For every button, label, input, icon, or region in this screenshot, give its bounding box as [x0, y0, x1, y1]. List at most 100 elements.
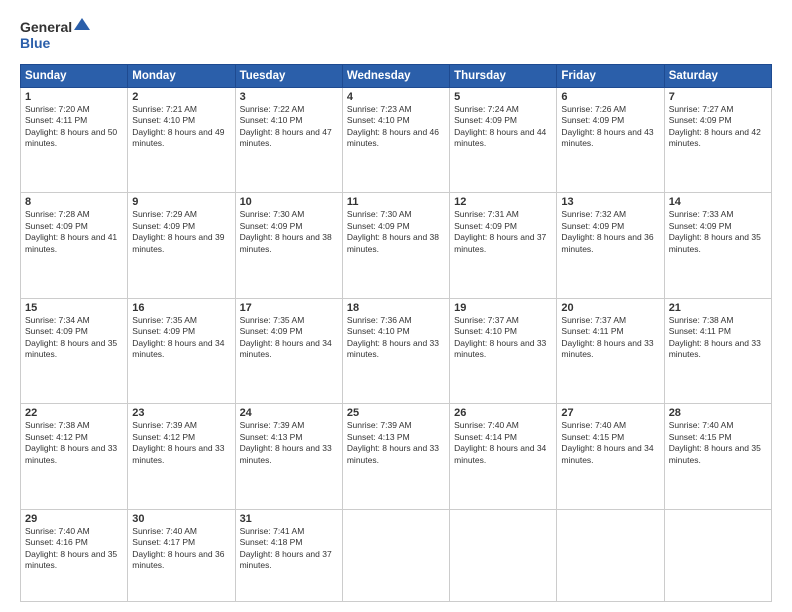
calendar-cell	[342, 509, 449, 601]
cell-content: Sunrise: 7:41 AMSunset: 4:18 PMDaylight:…	[240, 526, 338, 572]
cell-content: Sunrise: 7:40 AMSunset: 4:16 PMDaylight:…	[25, 526, 123, 572]
calendar-cell	[664, 509, 771, 601]
week-row-2: 8 Sunrise: 7:28 AMSunset: 4:09 PMDayligh…	[21, 193, 772, 298]
day-number: 1	[25, 91, 123, 103]
calendar-table: SundayMondayTuesdayWednesdayThursdayFrid…	[20, 64, 772, 602]
day-number: 23	[132, 407, 230, 419]
day-number: 12	[454, 196, 552, 208]
cell-content: Sunrise: 7:35 AMSunset: 4:09 PMDaylight:…	[240, 315, 338, 361]
week-row-5: 29 Sunrise: 7:40 AMSunset: 4:16 PMDaylig…	[21, 509, 772, 601]
calendar-cell: 27 Sunrise: 7:40 AMSunset: 4:15 PMDaylig…	[557, 404, 664, 509]
calendar-cell: 8 Sunrise: 7:28 AMSunset: 4:09 PMDayligh…	[21, 193, 128, 298]
calendar-cell: 9 Sunrise: 7:29 AMSunset: 4:09 PMDayligh…	[128, 193, 235, 298]
cell-content: Sunrise: 7:22 AMSunset: 4:10 PMDaylight:…	[240, 104, 338, 150]
day-number: 22	[25, 407, 123, 419]
day-number: 13	[561, 196, 659, 208]
logo-svg: General Blue	[20, 16, 90, 54]
day-number: 5	[454, 91, 552, 103]
header-tuesday: Tuesday	[235, 65, 342, 88]
cell-content: Sunrise: 7:33 AMSunset: 4:09 PMDaylight:…	[669, 209, 767, 255]
day-number: 7	[669, 91, 767, 103]
calendar-cell	[557, 509, 664, 601]
cell-content: Sunrise: 7:32 AMSunset: 4:09 PMDaylight:…	[561, 209, 659, 255]
day-number: 11	[347, 196, 445, 208]
cell-content: Sunrise: 7:38 AMSunset: 4:12 PMDaylight:…	[25, 420, 123, 466]
header-friday: Friday	[557, 65, 664, 88]
calendar-cell: 12 Sunrise: 7:31 AMSunset: 4:09 PMDaylig…	[450, 193, 557, 298]
day-number: 28	[669, 407, 767, 419]
calendar-cell: 13 Sunrise: 7:32 AMSunset: 4:09 PMDaylig…	[557, 193, 664, 298]
header-sunday: Sunday	[21, 65, 128, 88]
cell-content: Sunrise: 7:31 AMSunset: 4:09 PMDaylight:…	[454, 209, 552, 255]
calendar-cell: 11 Sunrise: 7:30 AMSunset: 4:09 PMDaylig…	[342, 193, 449, 298]
header: General Blue	[20, 16, 772, 54]
cell-content: Sunrise: 7:38 AMSunset: 4:11 PMDaylight:…	[669, 315, 767, 361]
calendar-cell: 17 Sunrise: 7:35 AMSunset: 4:09 PMDaylig…	[235, 298, 342, 403]
cell-content: Sunrise: 7:30 AMSunset: 4:09 PMDaylight:…	[240, 209, 338, 255]
header-wednesday: Wednesday	[342, 65, 449, 88]
day-number: 20	[561, 302, 659, 314]
day-number: 29	[25, 513, 123, 525]
day-number: 9	[132, 196, 230, 208]
svg-text:Blue: Blue	[20, 35, 51, 51]
calendar-header-row: SundayMondayTuesdayWednesdayThursdayFrid…	[21, 65, 772, 88]
page: General Blue SundayMondayTuesdayWednesda…	[0, 0, 792, 612]
header-monday: Monday	[128, 65, 235, 88]
cell-content: Sunrise: 7:40 AMSunset: 4:17 PMDaylight:…	[132, 526, 230, 572]
svg-text:General: General	[20, 19, 72, 35]
day-number: 4	[347, 91, 445, 103]
header-saturday: Saturday	[664, 65, 771, 88]
cell-content: Sunrise: 7:39 AMSunset: 4:13 PMDaylight:…	[240, 420, 338, 466]
week-row-1: 1 Sunrise: 7:20 AMSunset: 4:11 PMDayligh…	[21, 88, 772, 193]
day-number: 18	[347, 302, 445, 314]
calendar-cell: 7 Sunrise: 7:27 AMSunset: 4:09 PMDayligh…	[664, 88, 771, 193]
day-number: 2	[132, 91, 230, 103]
calendar-cell: 31 Sunrise: 7:41 AMSunset: 4:18 PMDaylig…	[235, 509, 342, 601]
calendar-cell: 28 Sunrise: 7:40 AMSunset: 4:15 PMDaylig…	[664, 404, 771, 509]
cell-content: Sunrise: 7:37 AMSunset: 4:10 PMDaylight:…	[454, 315, 552, 361]
cell-content: Sunrise: 7:35 AMSunset: 4:09 PMDaylight:…	[132, 315, 230, 361]
calendar-cell: 3 Sunrise: 7:22 AMSunset: 4:10 PMDayligh…	[235, 88, 342, 193]
cell-content: Sunrise: 7:20 AMSunset: 4:11 PMDaylight:…	[25, 104, 123, 150]
day-number: 8	[25, 196, 123, 208]
cell-content: Sunrise: 7:23 AMSunset: 4:10 PMDaylight:…	[347, 104, 445, 150]
cell-content: Sunrise: 7:40 AMSunset: 4:15 PMDaylight:…	[669, 420, 767, 466]
day-number: 30	[132, 513, 230, 525]
cell-content: Sunrise: 7:26 AMSunset: 4:09 PMDaylight:…	[561, 104, 659, 150]
cell-content: Sunrise: 7:37 AMSunset: 4:11 PMDaylight:…	[561, 315, 659, 361]
day-number: 24	[240, 407, 338, 419]
cell-content: Sunrise: 7:21 AMSunset: 4:10 PMDaylight:…	[132, 104, 230, 150]
calendar-cell: 10 Sunrise: 7:30 AMSunset: 4:09 PMDaylig…	[235, 193, 342, 298]
day-number: 31	[240, 513, 338, 525]
calendar-cell: 20 Sunrise: 7:37 AMSunset: 4:11 PMDaylig…	[557, 298, 664, 403]
week-row-4: 22 Sunrise: 7:38 AMSunset: 4:12 PMDaylig…	[21, 404, 772, 509]
cell-content: Sunrise: 7:40 AMSunset: 4:15 PMDaylight:…	[561, 420, 659, 466]
calendar-cell: 18 Sunrise: 7:36 AMSunset: 4:10 PMDaylig…	[342, 298, 449, 403]
calendar-cell: 4 Sunrise: 7:23 AMSunset: 4:10 PMDayligh…	[342, 88, 449, 193]
calendar-cell: 25 Sunrise: 7:39 AMSunset: 4:13 PMDaylig…	[342, 404, 449, 509]
week-row-3: 15 Sunrise: 7:34 AMSunset: 4:09 PMDaylig…	[21, 298, 772, 403]
day-number: 14	[669, 196, 767, 208]
cell-content: Sunrise: 7:28 AMSunset: 4:09 PMDaylight:…	[25, 209, 123, 255]
calendar-cell: 2 Sunrise: 7:21 AMSunset: 4:10 PMDayligh…	[128, 88, 235, 193]
calendar-cell: 24 Sunrise: 7:39 AMSunset: 4:13 PMDaylig…	[235, 404, 342, 509]
calendar-cell: 1 Sunrise: 7:20 AMSunset: 4:11 PMDayligh…	[21, 88, 128, 193]
calendar-cell: 22 Sunrise: 7:38 AMSunset: 4:12 PMDaylig…	[21, 404, 128, 509]
calendar-cell: 5 Sunrise: 7:24 AMSunset: 4:09 PMDayligh…	[450, 88, 557, 193]
day-number: 17	[240, 302, 338, 314]
calendar-cell: 29 Sunrise: 7:40 AMSunset: 4:16 PMDaylig…	[21, 509, 128, 601]
day-number: 10	[240, 196, 338, 208]
cell-content: Sunrise: 7:39 AMSunset: 4:12 PMDaylight:…	[132, 420, 230, 466]
calendar-cell: 14 Sunrise: 7:33 AMSunset: 4:09 PMDaylig…	[664, 193, 771, 298]
calendar-cell: 26 Sunrise: 7:40 AMSunset: 4:14 PMDaylig…	[450, 404, 557, 509]
cell-content: Sunrise: 7:24 AMSunset: 4:09 PMDaylight:…	[454, 104, 552, 150]
cell-content: Sunrise: 7:36 AMSunset: 4:10 PMDaylight:…	[347, 315, 445, 361]
day-number: 3	[240, 91, 338, 103]
day-number: 25	[347, 407, 445, 419]
day-number: 21	[669, 302, 767, 314]
calendar-cell: 21 Sunrise: 7:38 AMSunset: 4:11 PMDaylig…	[664, 298, 771, 403]
calendar-cell: 6 Sunrise: 7:26 AMSunset: 4:09 PMDayligh…	[557, 88, 664, 193]
day-number: 19	[454, 302, 552, 314]
day-number: 6	[561, 91, 659, 103]
cell-content: Sunrise: 7:39 AMSunset: 4:13 PMDaylight:…	[347, 420, 445, 466]
